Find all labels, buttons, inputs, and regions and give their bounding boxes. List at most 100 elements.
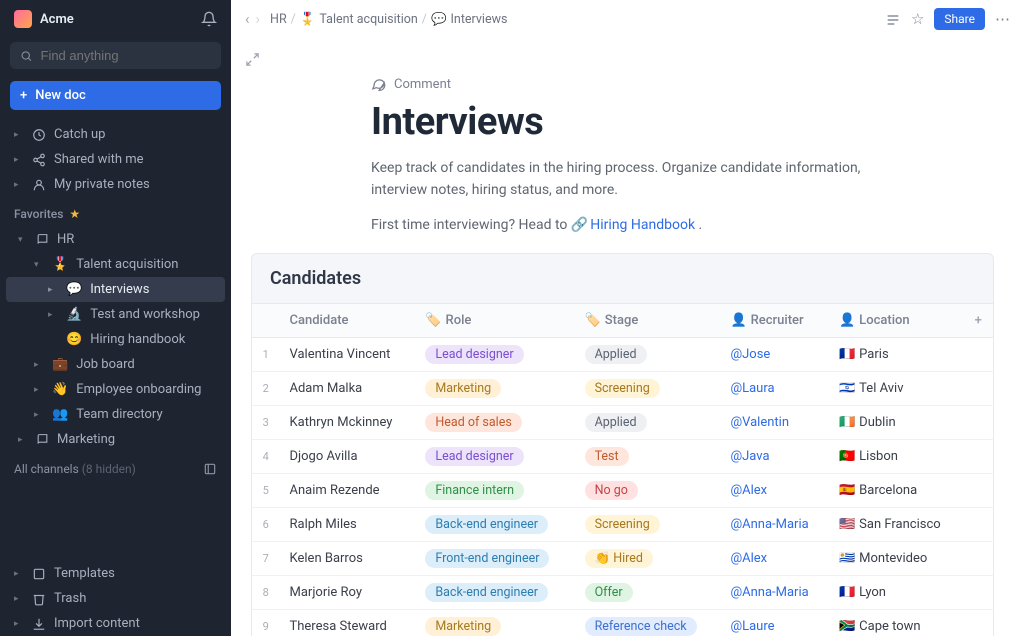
cell-recruiter[interactable]: @Valentin [720,406,829,440]
tree-hr[interactable]: ▾ HR [0,227,231,252]
comment-icon [371,77,386,92]
new-doc-button[interactable]: + New doc [10,81,221,110]
search-box[interactable] [10,42,221,69]
breadcrumb-hr[interactable]: HR [270,12,287,27]
col-stage[interactable]: 🏷️Stage [575,304,721,338]
cell-recruiter[interactable]: @Anna-Maria [720,576,829,610]
flag-icon: 🇪🇸 [839,483,855,498]
share-button[interactable]: Share [934,8,985,30]
cell-stage[interactable]: 👏 Hired [575,542,721,576]
download-icon [32,617,46,631]
nav-shared[interactable]: ▸ Shared with me [0,147,231,172]
tree-talent[interactable]: ▾ 🎖️ Talent acquisition [0,252,231,277]
col-candidate[interactable]: Candidate [280,304,416,338]
cell-recruiter[interactable]: @Jose [720,338,829,372]
cell-location[interactable]: 🇺🇸San Francisco [829,508,964,542]
hiring-handbook-link[interactable]: Hiring Handbook [590,217,695,233]
col-recruiter[interactable]: 👤Recruiter [720,304,829,338]
cell-stage[interactable]: No go [575,474,721,508]
nav-private[interactable]: ▸ My private notes [0,172,231,197]
cell-role[interactable]: Lead designer [415,338,574,372]
cell-candidate[interactable]: Valentina Vincent [280,338,416,372]
search-input[interactable] [41,48,212,63]
cell-recruiter[interactable]: @Laura [720,372,829,406]
col-role[interactable]: 🏷️Role [415,304,574,338]
nav-import[interactable]: ▸ Import content [0,611,231,636]
tree-interviews[interactable]: ▸ 💬 Interviews [6,277,225,302]
nav-templates[interactable]: ▸ Templates [0,561,231,586]
notifications-icon[interactable] [201,11,217,27]
tree-jobboard[interactable]: ▸ 💼 Job board [0,352,231,377]
all-channels[interactable]: All channels (8 hidden) [0,452,231,486]
cell-stage[interactable]: Screening [575,372,721,406]
page-title[interactable]: Interviews [371,100,964,144]
cell-location[interactable]: 🇵🇹Lisbon [829,440,964,474]
workspace-switcher[interactable]: Acme [14,10,74,28]
table-row[interactable]: 9Theresa StewardMarketingReference check… [252,610,994,636]
cell-role[interactable]: Lead designer [415,440,574,474]
cell-stage[interactable]: Reference check [575,610,721,636]
cell-stage[interactable]: Screening [575,508,721,542]
cell-role[interactable]: Marketing [415,610,574,636]
add-column-button[interactable]: + [964,304,994,338]
cell-location[interactable]: 🇫🇷Lyon [829,576,964,610]
cell-location[interactable]: 🇿🇦Cape town [829,610,964,636]
cell-location[interactable]: 🇺🇾Montevideo [829,542,964,576]
back-button[interactable]: ‹ [245,10,250,28]
cell-recruiter[interactable]: @Anna-Maria [720,508,829,542]
cell-location[interactable]: 🇫🇷Paris [829,338,964,372]
star-icon[interactable]: ☆ [911,10,924,28]
tag-icon: 🏷️ [425,313,441,328]
comment-button[interactable]: Comment [371,77,964,92]
cell-candidate[interactable]: Theresa Steward [280,610,416,636]
breadcrumb-talent[interactable]: Talent acquisition [319,12,417,27]
cell-recruiter[interactable]: @Laure [720,610,829,636]
toc-icon[interactable] [885,10,901,28]
nav-catch-up[interactable]: ▸ Catch up [0,122,231,147]
forward-button[interactable]: › [256,10,261,28]
cell-stage[interactable]: Applied [575,406,721,440]
cell-location[interactable]: 🇮🇪Dublin [829,406,964,440]
cell-recruiter[interactable]: @Alex [720,474,829,508]
cell-candidate[interactable]: Kathryn Mckinney [280,406,416,440]
tree-onboarding[interactable]: ▸ 👋 Employee onboarding [0,377,231,402]
cell-role[interactable]: Front-end engineer [415,542,574,576]
cell-candidate[interactable]: Adam Malka [280,372,416,406]
table-row[interactable]: 5Anaim RezendeFinance internNo go@Alex🇪🇸… [252,474,994,508]
table-row[interactable]: 7Kelen BarrosFront-end engineer👏 Hired@A… [252,542,994,576]
cell-role[interactable]: Head of sales [415,406,574,440]
cell-location[interactable]: 🇪🇸Barcelona [829,474,964,508]
page-description[interactable]: Keep track of candidates in the hiring p… [371,158,891,201]
cell-role[interactable]: Back-end engineer [415,576,574,610]
expand-icon[interactable] [231,39,1024,77]
col-location[interactable]: 👤Location [829,304,964,338]
cell-candidate[interactable]: Marjorie Roy [280,576,416,610]
cell-stage[interactable]: Offer [575,576,721,610]
tree-marketing[interactable]: ▸ Marketing [0,427,231,452]
table-row[interactable]: 6Ralph MilesBack-end engineerScreening@A… [252,508,994,542]
cell-candidate[interactable]: Anaim Rezende [280,474,416,508]
table-row[interactable]: 2Adam MalkaMarketingScreening@Laura🇮🇱Tel… [252,372,994,406]
cell-location[interactable]: 🇮🇱Tel Aviv [829,372,964,406]
tree-directory[interactable]: ▸ 👥 Team directory [0,402,231,427]
cell-stage[interactable]: Applied [575,338,721,372]
cell-recruiter[interactable]: @Alex [720,542,829,576]
cell-recruiter[interactable]: @Java [720,440,829,474]
table-row[interactable]: 1Valentina VincentLead designerApplied@J… [252,338,994,372]
cell-candidate[interactable]: Ralph Miles [280,508,416,542]
cell-role[interactable]: Marketing [415,372,574,406]
breadcrumb-interviews[interactable]: Interviews [451,12,508,27]
cell-stage[interactable]: Test [575,440,721,474]
tree-test[interactable]: ▸ 🔬 Test and workshop [0,302,231,327]
more-icon[interactable]: ⋯ [995,10,1010,28]
cell-candidate[interactable]: Kelen Barros [280,542,416,576]
collapse-icon[interactable] [203,462,217,476]
table-row[interactable]: 3Kathryn MckinneyHead of salesApplied@Va… [252,406,994,440]
cell-role[interactable]: Back-end engineer [415,508,574,542]
nav-trash[interactable]: ▸ Trash [0,586,231,611]
table-row[interactable]: 8Marjorie RoyBack-end engineerOffer@Anna… [252,576,994,610]
tree-handbook[interactable]: ▸ 😊 Hiring handbook [0,327,231,352]
cell-candidate[interactable]: Djogo Avilla [280,440,416,474]
cell-role[interactable]: Finance intern [415,474,574,508]
table-row[interactable]: 4Djogo AvillaLead designerTest@Java🇵🇹Lis… [252,440,994,474]
